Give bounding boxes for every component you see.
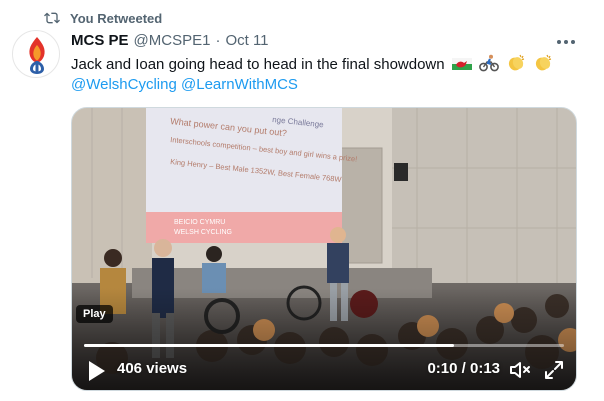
video-frame: What power can you put out? nge Challeng…: [72, 108, 576, 390]
clapping-hands-icon: [536, 54, 552, 71]
author-name[interactable]: MCS PE: [71, 32, 129, 49]
more-options-button[interactable]: [554, 32, 578, 52]
author-handle[interactable]: @MCSPE1: [134, 32, 211, 49]
avatar[interactable]: [12, 30, 60, 78]
tweet-date[interactable]: Oct 11: [225, 32, 268, 49]
more-dot-icon: [564, 40, 568, 44]
play-badge: Play: [76, 305, 113, 323]
welsh-flag-icon: [451, 58, 472, 70]
play-icon[interactable]: [78, 354, 112, 388]
separator-dot: ·: [215, 32, 221, 49]
mention-link[interactable]: @WelshCycling: [71, 76, 177, 93]
more-dot-icon: [557, 40, 561, 44]
retweet-label: You Retweeted: [70, 10, 163, 26]
tweet-header: MCS PE @MCSPE1 · Oct 11: [71, 32, 269, 49]
tweet-text: Jack and Ioan going head to head in the …: [71, 54, 581, 95]
video-controls: 406 views 0:10 / 0:13: [72, 352, 576, 388]
mention-link[interactable]: @LearnWithMCS: [181, 76, 298, 93]
retweet-indicator: You Retweeted: [44, 10, 162, 26]
school-logo-icon: [29, 37, 45, 74]
video-player[interactable]: What power can you put out? nge Challeng…: [71, 107, 577, 391]
volume-icon[interactable]: [508, 358, 532, 382]
video-time: 0:10 / 0:13: [427, 360, 500, 377]
cyclist-icon: [479, 54, 499, 72]
retweet-icon: [44, 12, 60, 24]
mentions-line: @WelshCycling @LearnWithMCS: [71, 75, 581, 95]
more-dot-icon: [571, 40, 575, 44]
view-count: 406 views: [117, 360, 188, 377]
fullscreen-icon[interactable]: [542, 358, 566, 382]
tweet-body-line: Jack and Ioan going head to head in the …: [71, 54, 581, 75]
video-progress-fill: [84, 344, 454, 347]
tweet-body: Jack and Ioan going head to head in the …: [71, 56, 445, 73]
slide-logo-line: BEICIO CYMRU: [174, 219, 225, 226]
clapping-hands-icon: [509, 54, 525, 71]
video-progress-bar[interactable]: [84, 344, 564, 347]
slide-logo-line: WELSH CYCLING: [174, 229, 232, 236]
